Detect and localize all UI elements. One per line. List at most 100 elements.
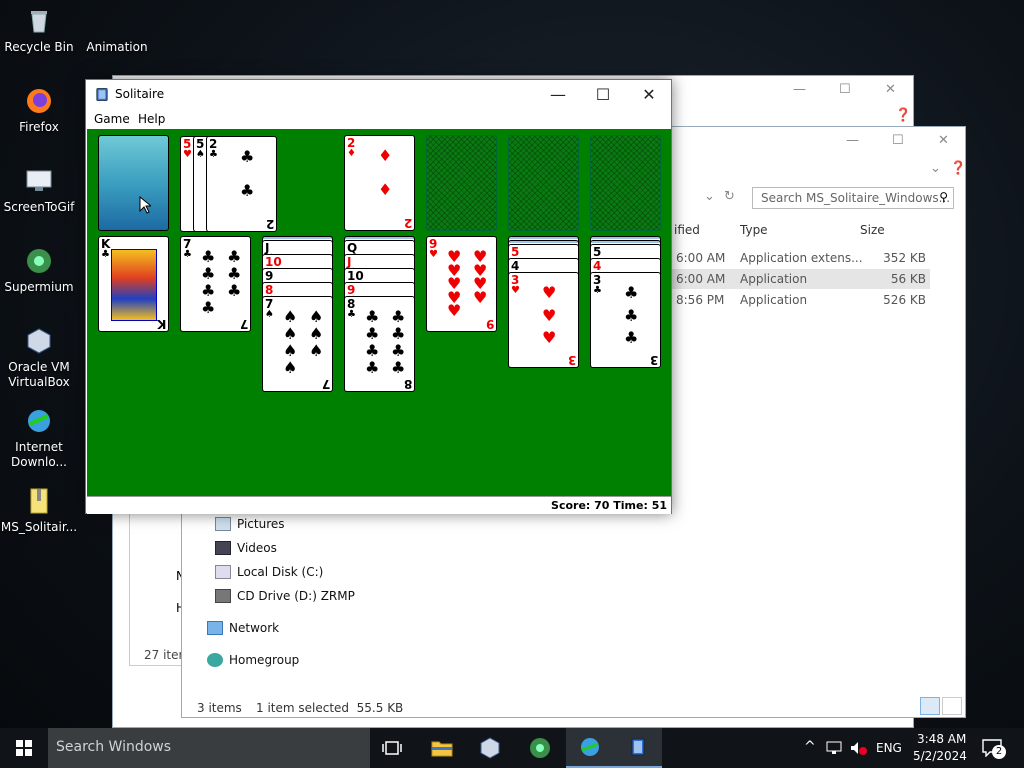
nav-item-label: CD Drive (D:) ZRMP xyxy=(237,589,355,603)
waste-card[interactable]: 2 ♣ 2 ♣ ♣ xyxy=(206,136,277,232)
show-hidden-icons-chevron[interactable]: ^ xyxy=(804,739,816,755)
card-pip-icon: ♠ xyxy=(309,341,324,360)
close-button[interactable]: ✕ xyxy=(885,82,896,97)
minimize-button[interactable]: — xyxy=(535,80,581,109)
desktop-icon-internet-download-manager[interactable]: Internet Downlo... xyxy=(0,406,78,470)
foundation-card[interactable]: 2 ♦ 2 ♦ ♦ xyxy=(344,135,415,231)
score-time: Score: 70 Time: 51 xyxy=(551,499,667,512)
search-icon: ⚲ xyxy=(939,190,948,204)
tableau-card[interactable]: 9 ♥ 9 ♥ ♥ ♥ ♥ ♥ ♥ ♥ ♥ ♥ xyxy=(426,236,497,332)
refresh-icon[interactable]: ↻ xyxy=(724,189,735,204)
nav-item-cd-drive[interactable]: CD Drive (D:) ZRMP xyxy=(215,589,355,603)
virtualbox-icon xyxy=(27,328,51,354)
desktop-icon-animation[interactable]: Animation xyxy=(78,6,156,55)
windows-start-icon[interactable] xyxy=(16,740,32,756)
chevron-down-icon[interactable]: ⌄ xyxy=(930,161,941,176)
taskbar-idm[interactable] xyxy=(566,728,614,768)
stock-pile[interactable] xyxy=(98,135,169,231)
file-size: 526 KB xyxy=(883,293,926,307)
clock-date[interactable]: 5/2/2024 xyxy=(913,749,967,763)
game-table[interactable]: 5♥5♠2♣2♣♣ 2♦2♦♦ K♣K7♣7♣♣♣♣♣♣♣J♥10♥9♠8♥7♠… xyxy=(87,129,671,496)
foundation-slot-empty[interactable] xyxy=(590,135,661,231)
tableau-card[interactable]: 7 ♠ 7 ♠ ♠ ♠ ♠ ♠ ♠ ♠ xyxy=(262,296,333,392)
details-view-icon[interactable] xyxy=(920,697,940,715)
desktop-icon-label: Firefox xyxy=(19,120,59,134)
firefox-icon xyxy=(27,89,51,113)
nav-item-label: Videos xyxy=(237,541,277,555)
file-size: 56 KB xyxy=(890,272,926,286)
nav-item-network[interactable]: Network xyxy=(207,621,279,635)
tableau-card[interactable]: K ♣ K xyxy=(98,236,169,332)
column-header-size[interactable]: Size xyxy=(860,223,885,237)
taskbar-search-input[interactable]: Search Windows xyxy=(56,739,171,755)
notification-count-badge: 2 xyxy=(992,745,1006,759)
foundation-slot-empty[interactable] xyxy=(426,135,497,231)
zip-icon xyxy=(30,488,48,514)
tableau-card[interactable]: 8 ♣ 8 ♣ ♣ ♣ ♣ ♣ ♣ ♣ ♣ xyxy=(344,296,415,392)
screentogif-icon xyxy=(26,170,52,191)
column-header-type[interactable]: Type xyxy=(740,223,768,237)
search-box[interactable]: Search MS_Solitaire_Windows... ⚲ xyxy=(752,187,954,209)
file-row[interactable]: 8:56 PM Application 526 KB xyxy=(672,290,930,310)
maximize-button[interactable]: ☐ xyxy=(839,82,851,97)
card-pip-icon: ♥ xyxy=(542,305,557,325)
desktop-icon-screentogif[interactable]: ScreenToGif xyxy=(0,166,78,215)
cd-drive-icon xyxy=(215,589,231,603)
volume-muted-icon[interactable] xyxy=(850,741,868,755)
column-header-modified[interactable]: ified xyxy=(674,223,700,237)
taskbar-file-explorer[interactable] xyxy=(418,728,466,768)
address-chevron-icon[interactable]: ⌄ xyxy=(704,189,715,204)
tableau-card[interactable]: 7 ♣ 7 ♣ ♣ ♣ ♣ ♣ ♣ ♣ xyxy=(180,236,251,332)
foundation-slot-empty[interactable] xyxy=(508,135,579,231)
tableau-card[interactable]: 3 ♣ 3 ♣ ♣ ♣ xyxy=(590,272,661,368)
clock-time[interactable]: 3:48 AM xyxy=(917,732,966,746)
minimize-button[interactable]: — xyxy=(846,133,859,148)
search-input[interactable]: Search MS_Solitaire_Windows... xyxy=(761,191,950,205)
desktop-icon-supermium[interactable]: Supermium xyxy=(0,246,78,295)
desktop-icon-firefox[interactable]: Firefox xyxy=(0,86,78,135)
taskbar-supermium[interactable] xyxy=(516,728,564,768)
file-row[interactable]: 6:00 AM Application extens... 352 KB xyxy=(672,248,930,268)
title-bar[interactable]: Solitaire — ☐ ✕ xyxy=(86,80,671,109)
card-suit-icon: ♣ xyxy=(101,249,110,260)
card-rank-bottom: 3 xyxy=(649,353,658,367)
file-row-selected[interactable]: 6:00 AM Application 56 KB xyxy=(672,269,930,289)
maximize-button[interactable]: ☐ xyxy=(580,80,626,109)
task-view-button[interactable] xyxy=(368,728,416,768)
minimize-button[interactable]: — xyxy=(793,82,806,97)
tiles-view-icon[interactable] xyxy=(942,697,962,715)
menu-game[interactable]: Game xyxy=(94,112,130,126)
close-button[interactable]: ✕ xyxy=(626,80,672,109)
help-icon[interactable]: ❓ xyxy=(895,108,911,123)
help-icon[interactable]: ❓ xyxy=(950,161,966,176)
file-size: 352 KB xyxy=(883,251,926,265)
card-rank-bottom: 8 xyxy=(403,377,412,391)
taskbar-virtualbox[interactable] xyxy=(466,728,514,768)
card-suit-icon: ♠ xyxy=(196,149,205,160)
nav-item-label: Pictures xyxy=(237,517,285,531)
taskbar-solitaire[interactable] xyxy=(614,728,662,768)
taskbar-search[interactable]: Search Windows xyxy=(48,728,370,768)
desktop-icon-recycle-bin[interactable]: Recycle Bin xyxy=(0,6,78,55)
network-icon[interactable] xyxy=(826,741,842,755)
nav-item-pictures[interactable]: Pictures xyxy=(215,517,285,531)
card-pip-icon: ♠ xyxy=(283,307,298,326)
nav-item-local-disk[interactable]: Local Disk (C:) xyxy=(215,565,323,579)
nav-item-videos[interactable]: Videos xyxy=(215,541,277,555)
maximize-button[interactable]: ☐ xyxy=(892,133,904,148)
language-indicator[interactable]: ENG xyxy=(876,741,902,755)
card-pip-icon: ♣ xyxy=(624,328,639,348)
solitaire-window[interactable]: Solitaire — ☐ ✕ Game Help 5 ♥ 5 ♠ 2 ♣ 2 ♣ ♣ 2 ♦ 2 ♦… xyxy=(85,79,672,514)
card-pip-icon: ♠ xyxy=(283,341,298,360)
menu-help[interactable]: Help xyxy=(138,112,165,126)
card-pip-icon: ♠ xyxy=(309,307,324,326)
tableau-card[interactable]: 3 ♥ 3 ♥ ♥ ♥ xyxy=(508,272,579,368)
desktop-icon-virtualbox[interactable]: Oracle VM VirtualBox xyxy=(0,326,78,390)
card-rank-bottom: 2 xyxy=(265,217,274,231)
card-suit-icon: ♣ xyxy=(209,149,218,160)
nav-item-homegroup[interactable]: Homegroup xyxy=(207,653,299,667)
card-rank-bottom: 9 xyxy=(485,317,494,331)
menu-bar: Game Help xyxy=(86,109,671,129)
desktop-icon-ms-solitaire-zip[interactable]: MS_Solitair... xyxy=(0,486,78,535)
close-button[interactable]: ✕ xyxy=(938,133,949,148)
